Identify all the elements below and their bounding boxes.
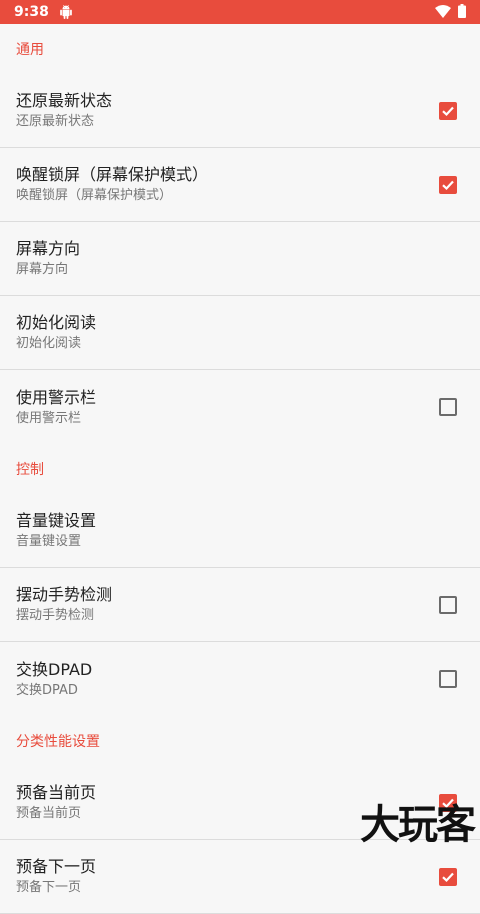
settings-list: 通用 还原最新状态 还原最新状态 唤醒锁屏（屏幕保护模式） 唤醒锁屏（屏幕保护模… [0, 24, 480, 914]
setting-title: 音量键设置 [16, 511, 97, 530]
status-time: 9:38 [14, 4, 49, 20]
swing-gesture-checkbox[interactable] [439, 595, 457, 614]
setting-use-alert-bar[interactable]: 使用警示栏 使用警示栏 [0, 370, 480, 444]
setting-title: 唤醒锁屏（屏幕保护模式） [16, 165, 209, 184]
setting-initialize-reading[interactable]: 初始化阅读 初始化阅读 [0, 296, 480, 370]
setting-title: 预备下一页 [16, 857, 97, 876]
preload-next-page-checkbox[interactable] [439, 867, 457, 886]
setting-swap-dpad[interactable]: 交换DPAD 交换DPAD [0, 642, 480, 716]
setting-subtitle: 屏幕方向 [16, 262, 69, 277]
setting-subtitle: 使用警示栏 [16, 410, 82, 426]
setting-title: 使用警示栏 [16, 387, 97, 407]
setting-title: 还原最新状态 [16, 91, 113, 110]
setting-swing-gesture[interactable]: 摆动手势检测 摆动手势检测 [0, 568, 480, 642]
setting-title: 初始化阅读 [16, 313, 97, 332]
swap-dpad-checkbox[interactable] [439, 670, 457, 688]
checkmark-icon [442, 872, 454, 882]
watermark-logo: 大玩客 [360, 801, 476, 848]
section-header-general: 通用 [16, 42, 44, 58]
setting-restore-latest-state[interactable]: 还原最新状态 还原最新状态 [0, 74, 480, 148]
setting-subtitle: 初始化阅读 [16, 336, 82, 351]
checkmark-icon [442, 180, 454, 190]
setting-subtitle: 预备下一页 [16, 880, 82, 895]
setting-subtitle: 交换DPAD [16, 682, 78, 698]
battery-icon [458, 3, 466, 22]
setting-subtitle: 唤醒锁屏（屏幕保护模式） [16, 188, 173, 203]
status-bar: 9:38 [0, 0, 480, 24]
setting-screen-orientation[interactable]: 屏幕方向 屏幕方向 [0, 222, 480, 296]
android-icon [59, 5, 73, 19]
setting-preload-next-page[interactable]: 预备下一页 预备下一页 [0, 840, 480, 914]
section-header-control: 控制 [16, 462, 44, 478]
setting-title: 屏幕方向 [16, 239, 81, 258]
restore-latest-state-checkbox[interactable] [439, 101, 457, 120]
wifi-icon [435, 3, 451, 22]
setting-subtitle: 音量键设置 [16, 534, 82, 549]
setting-subtitle: 还原最新状态 [16, 114, 95, 129]
setting-title: 摆动手势检测 [16, 585, 113, 604]
setting-subtitle: 摆动手势检测 [16, 608, 95, 623]
setting-wake-lock-screen[interactable]: 唤醒锁屏（屏幕保护模式） 唤醒锁屏（屏幕保护模式） [0, 148, 480, 222]
setting-volume-key[interactable]: 音量键设置 音量键设置 [0, 494, 480, 568]
setting-title: 交换DPAD [16, 659, 93, 679]
wake-lock-screen-checkbox[interactable] [439, 175, 457, 194]
use-alert-bar-checkbox[interactable] [439, 398, 457, 416]
checkmark-icon [442, 106, 454, 116]
section-header-performance: 分类性能设置 [16, 734, 100, 750]
